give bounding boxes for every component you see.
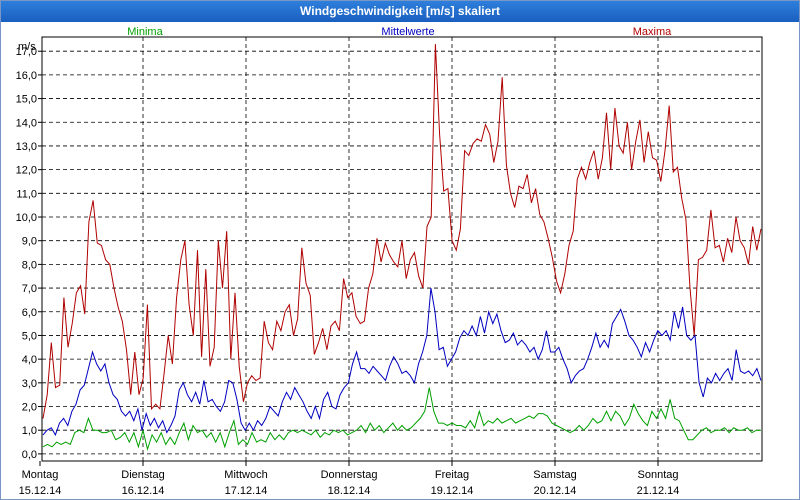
legend-entry-mittelwerte: Mittelwerte: [381, 26, 434, 38]
y-tick-label: 8,0: [22, 259, 37, 271]
legend: Minima Mittelwerte Maxima: [127, 26, 672, 38]
y-tick-label: 7,0: [22, 283, 37, 295]
x-date-label: 16.12.14: [122, 485, 165, 497]
x-day-label: Dienstag: [121, 469, 164, 481]
x-axis: Montag 15.12.14 Dienstag 16.12.14 Mittwoch 17…: [19, 461, 680, 497]
y-tick-label: 15,0: [16, 94, 37, 106]
y-tick-label: 9,0: [22, 236, 37, 248]
legend-entry-maxima: Maxima: [633, 26, 672, 38]
y-tick-label: 0,0: [22, 449, 37, 461]
series-lines: [42, 44, 762, 452]
x-day-label: Montag: [22, 469, 59, 481]
y-tick-label: 5,0: [22, 330, 37, 342]
x-date-label: 15.12.14: [19, 485, 62, 497]
x-day-label: Donnerstag: [321, 469, 378, 481]
chart-grid: [41, 36, 763, 462]
plot-frame: [41, 36, 763, 462]
x-date-label: 18.12.14: [328, 485, 371, 497]
y-tick-label: 6,0: [22, 307, 37, 319]
legend-entry-minima: Minima: [127, 26, 163, 38]
x-day-label: Samstag: [533, 469, 576, 481]
y-tick-label: 2,0: [22, 402, 37, 414]
y-tick-label: 4,0: [22, 354, 37, 366]
y-tick-label: 11,0: [16, 188, 37, 200]
y-tick-label: 1,0: [22, 425, 37, 437]
y-tick-label: 10,0: [16, 212, 37, 224]
x-day-label: Freitag: [435, 469, 469, 481]
x-date-label: 19.12.14: [431, 485, 474, 497]
y-tick-label: 3,0: [22, 378, 37, 390]
x-date-label: 20.12.14: [534, 485, 577, 497]
x-day-label: Sonntag: [638, 469, 679, 481]
y-tick-label: 14,0: [16, 117, 37, 129]
y-tick-label: 12,0: [16, 165, 37, 177]
y-axis: 0,0 1,0 2,0 3,0 4,0 5,0 6,0 7,0 8,0 9,0 10,0 11,0 12…: [16, 41, 42, 461]
wind-speed-chart: 0,0 1,0 2,0 3,0 4,0 5,0 6,0 7,0 8,0 9,0 10,0 11,0 12…: [16, 26, 763, 497]
series-line-maxima: [42, 44, 762, 419]
x-day-label: Mittwoch: [224, 469, 267, 481]
y-tick-label: 13,0: [16, 141, 37, 153]
y-axis-unit: m/s: [18, 41, 36, 53]
y-tick-label: 16,0: [16, 70, 37, 82]
x-date-label: 17.12.14: [225, 485, 268, 497]
x-date-label: 21.12.14: [637, 485, 680, 497]
